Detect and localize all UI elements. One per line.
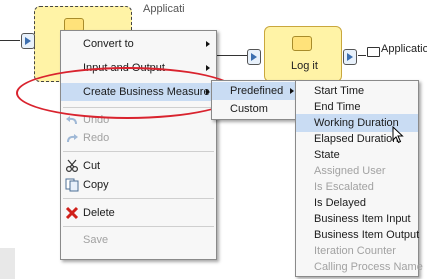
flow-line-to-application [358,55,366,56]
submenu-arrow-icon [206,41,210,47]
menu-item-label: Redo [83,132,110,144]
output-port-logit[interactable] [343,49,357,65]
submenu-arrow-icon [290,88,294,94]
predefined-measures-submenu: Start Time End Time Working Duration Ela… [295,80,423,277]
menu-item-label: Calling Process Name [314,261,423,273]
menu-separator [63,198,214,199]
application-label: Application [381,43,427,55]
menu-item-label: Save [83,234,109,246]
menu-item-save[interactable]: Save [61,231,216,249]
scissors-icon [65,159,79,173]
copy-icon [65,178,79,192]
menu-item-convert-to[interactable]: Convert to [61,35,216,53]
menu-item-label: Custom [230,103,268,115]
node-side-label-left: Applicati [143,3,185,15]
menu-item-label: Convert to [83,38,134,50]
submenu-arrow-icon [206,65,210,71]
application-icon [367,47,380,57]
menu-item-custom[interactable]: Custom [212,100,300,118]
menu-item-label: Predefined [230,85,284,97]
delete-x-icon [65,206,79,220]
flow-line-to-logit [216,55,248,56]
redo-icon [65,131,79,145]
menu-item-predefined[interactable]: Predefined [212,82,300,100]
annotation-highlight-oval [16,67,239,119]
log-it-label: Log it [291,60,318,72]
gray-background-patch [0,248,15,279]
business-measure-submenu: Predefined Custom [211,80,301,120]
menu-item-label: Delete [83,207,115,219]
menu-separator [63,226,214,227]
menu-item-copy[interactable]: Copy [61,176,216,194]
menu-item-label: Copy [83,179,109,191]
input-port-left[interactable] [21,33,35,49]
log-it-task-node[interactable] [264,26,342,82]
input-port-logit[interactable] [247,49,261,65]
mouse-cursor-icon [392,125,404,147]
menu-separator [63,151,214,152]
log-it-task-icon [292,36,312,51]
context-menu: Convert to Input and Output Create Busin… [60,30,217,260]
menu-item-redo[interactable]: Redo [61,129,216,147]
menu-item-cut[interactable]: Cut [61,157,216,175]
menu-item-calling-process-name[interactable]: Calling Process Name [296,258,423,276]
menu-item-delete[interactable]: Delete [61,204,216,222]
flow-line-left-in [0,40,20,41]
menu-item-label: Cut [83,160,101,172]
